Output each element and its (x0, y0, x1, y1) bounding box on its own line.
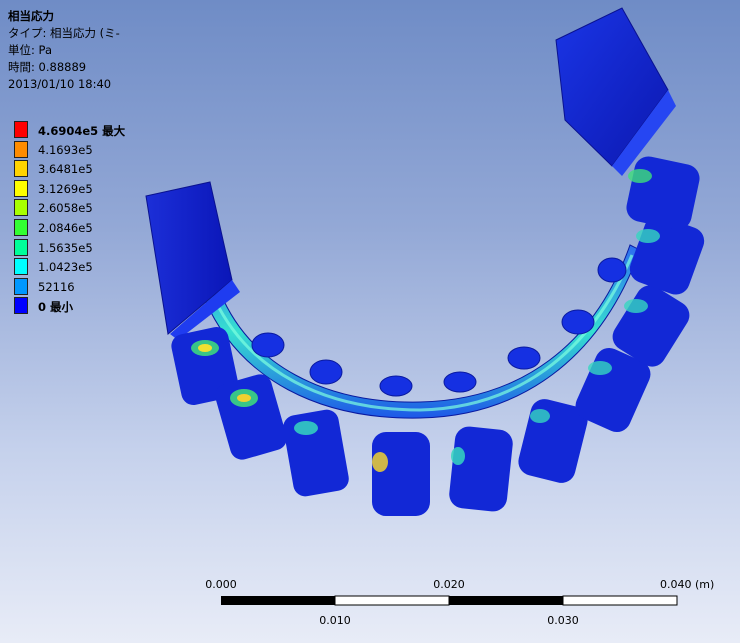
tooth (215, 374, 287, 460)
tooth (626, 156, 700, 230)
stress-model-view[interactable] (0, 0, 740, 643)
tooth (283, 409, 349, 497)
inner-bumps (251, 257, 627, 397)
segment-teeth (171, 156, 705, 516)
right-end-block (555, 7, 676, 176)
tooth (449, 426, 513, 512)
tooth (372, 432, 430, 516)
